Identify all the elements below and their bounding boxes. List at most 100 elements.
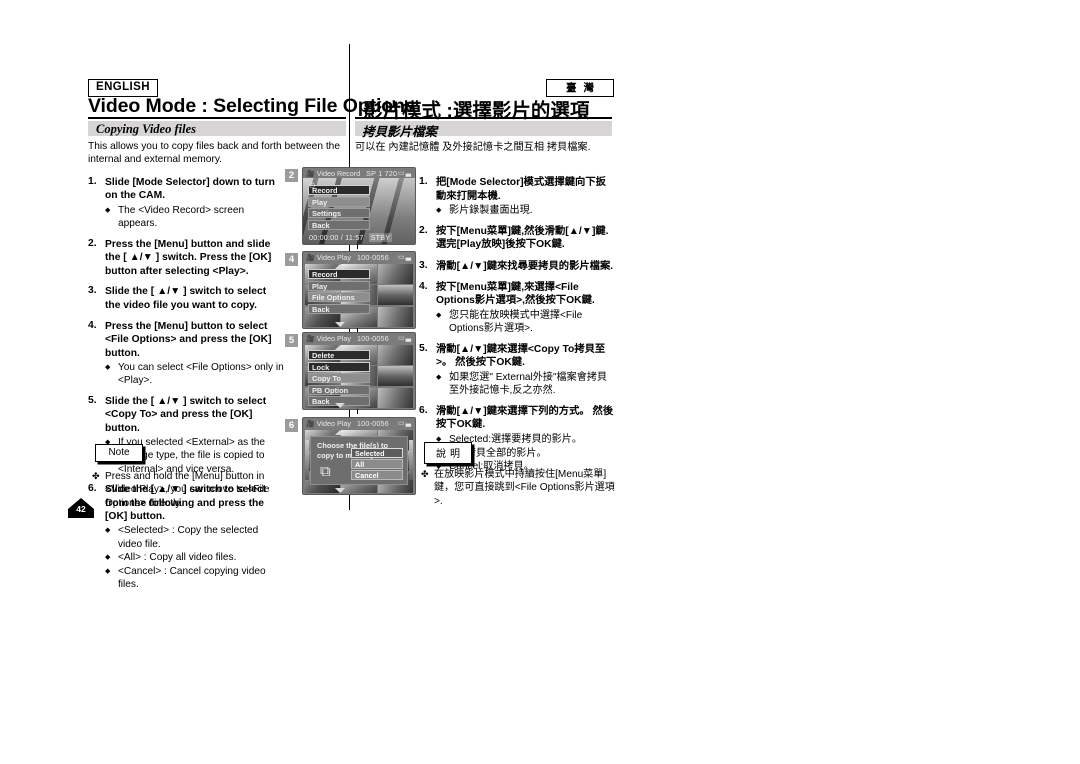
- lcd-menu: Record Play File Options Back: [308, 269, 370, 315]
- step-number: 4.: [88, 319, 97, 331]
- step-bullet-list: The <Video Record> screen appears.: [105, 204, 284, 230]
- thumbnail-strip-right: [409, 440, 413, 480]
- screenshot-connector: [357, 409, 358, 414]
- lcd-file-number: 100-0056: [356, 334, 389, 343]
- step-bullet: The <Video Record> screen appears.: [105, 204, 284, 230]
- lcd-panel: 🎥 Video Play 100-0056 ▭▃ Choose the file(s) …: [302, 417, 416, 495]
- instruction-step: 1. Slide [Mode Selector] down to turn on …: [88, 176, 284, 230]
- step-number: 3.: [88, 285, 97, 297]
- menu-item-pb-option[interactable]: PB Option: [308, 384, 370, 395]
- lcd-mode-label: Video Play: [316, 253, 351, 262]
- step-number: 1.: [88, 176, 97, 187]
- menu-item-file-options[interactable]: File Options: [308, 292, 370, 302]
- thumbnail-strip-left: [305, 440, 309, 480]
- step-number: 2.: [419, 224, 428, 236]
- title-rule-right: [355, 117, 612, 120]
- lcd-timecode: 00:00:00 / 11:57 STBY: [309, 233, 393, 242]
- instruction-list-english: 1. Slide [Mode Selector] down to turn on …: [88, 176, 284, 599]
- scroll-down-icon[interactable]: [335, 322, 345, 327]
- step-text: Press the [Menu] button to select <File …: [105, 320, 272, 359]
- standby-badge: STBY: [368, 233, 393, 242]
- camcorder-icon: 🎥: [306, 336, 315, 343]
- step-number: 5.: [88, 394, 97, 406]
- menu-item-play[interactable]: Play: [308, 196, 370, 207]
- page-number: 42: [76, 504, 86, 514]
- note-label-english: Note: [95, 444, 143, 462]
- step-text: 滑動[▲/▼]鍵來找尋要拷貝的影片檔案.: [436, 260, 614, 272]
- step-text: Press the [Menu] button and slide the [ …: [105, 238, 272, 277]
- scroll-up-icon[interactable]: [335, 264, 345, 269]
- lcd-menu: Record Play Settings Back: [308, 185, 370, 231]
- camcorder-icon: 🎥: [306, 255, 315, 262]
- screenshot-connector: [357, 244, 358, 249]
- step-text: Slide the [ ▲/▼ ] switch to select the v…: [105, 286, 267, 311]
- copy-confirmation-dialog: Choose the file(s) to copy to memory sti…: [310, 436, 408, 485]
- lcd-recording-indicators: SP 1 720: [366, 169, 398, 178]
- scroll-down-icon[interactable]: [335, 403, 345, 408]
- battery-and-memory-icon: ▭▃: [398, 335, 412, 342]
- step-bullet: 影片錄製畫面出現.: [436, 204, 615, 218]
- lcd-screenshot: 4 🎥 Video Play 100-0056 ▭▃ Record Play File Opt…: [285, 251, 417, 329]
- dialog-option-all[interactable]: All: [351, 459, 403, 469]
- note-text-chinese: 在放映影片模式中持續按住[Menu菜單]鍵，您可直接跳到<File Option…: [434, 469, 615, 507]
- menu-item-record[interactable]: Record: [308, 269, 370, 279]
- step-number: 5.: [419, 342, 428, 354]
- instruction-step: 3. 滑動[▲/▼]鍵來找尋要拷貝的影片檔案.: [419, 260, 615, 274]
- thumbnail-cell[interactable]: [378, 285, 414, 305]
- note-body-english: ✤ Press and hold the [Menu] button in <V…: [92, 470, 292, 510]
- step-number: 2.: [88, 237, 97, 249]
- dialog-option-cancel[interactable]: Cancel: [351, 470, 403, 480]
- menu-item-settings[interactable]: Settings: [308, 208, 370, 218]
- lcd-mode-label: Video Play: [316, 334, 351, 343]
- record-mode-icon: ◴: [309, 182, 316, 189]
- screenshot-step-badge: 2: [285, 169, 298, 182]
- battery-and-memory-icon: ▭▃: [398, 170, 412, 177]
- instruction-step: 3. Slide the [ ▲/▼ ] switch to select the…: [88, 285, 284, 312]
- section-heading-bar-chinese: 拷貝影片檔案: [355, 121, 612, 139]
- lcd-panel: 🎥 Video Record SP 1 720 ▭▃ Record Play Setting…: [302, 167, 416, 245]
- intro-paragraph-english: This allows you to copy files back and f…: [88, 141, 340, 166]
- thumbnail-cell[interactable]: [378, 344, 414, 365]
- step-bullet-list: 影片錄製畫面出現.: [436, 204, 615, 218]
- thumbnail-cell[interactable]: [378, 306, 414, 327]
- menu-item-back[interactable]: Back: [308, 219, 370, 230]
- lcd-screenshot: 2 🎥 Video Record SP 1 720 ▭▃ Record Play Settin…: [285, 167, 417, 245]
- step-bullet-list: 您只能在放映模式中選擇<File Options影片選項>.: [436, 309, 615, 335]
- scroll-up-icon[interactable]: [335, 430, 345, 435]
- lcd-screenshot: 6 🎥 Video Play 100-0056 ▭▃ Choose the file(s)…: [285, 417, 417, 495]
- battery-and-memory-icon: ▭▃: [398, 254, 412, 261]
- step-bullet: 您只能在放映模式中選擇<File Options影片選項>.: [436, 309, 615, 335]
- scroll-up-icon[interactable]: [335, 345, 345, 350]
- section-heading-chinese: 拷貝影片檔案: [362, 125, 438, 139]
- menu-item-copy-to[interactable]: Copy To: [308, 373, 370, 383]
- thumbnail-cell[interactable]: [378, 366, 414, 386]
- lcd-file-number: 100-0056: [356, 419, 389, 428]
- note-bullet-icon: ✤: [92, 471, 100, 481]
- instruction-step: 1. 把[Mode Selector]模式選擇鍵向下扳動來打開本機. 影片錄製畫面出…: [419, 176, 615, 218]
- thumbnail-cell[interactable]: [378, 263, 414, 284]
- step-number: 3.: [419, 259, 428, 271]
- step-text: 按下[Menu菜單]鍵,然後滑動[▲/▼]鍵. 選完[Play放映]後按下OK鍵…: [436, 225, 609, 251]
- scroll-down-icon[interactable]: [335, 488, 345, 493]
- step-text: 滑動[▲/▼]鍵來選擇<Copy To拷貝至>。 然後按下OK鍵.: [436, 343, 606, 369]
- battery-and-memory-icon: ▭▃: [398, 420, 412, 427]
- lcd-mode-label: Video Play: [316, 419, 351, 428]
- dialog-option-selected[interactable]: Selected: [351, 448, 403, 458]
- dialog-option-list: Selected All Cancel: [351, 448, 403, 481]
- step-number: 4.: [419, 280, 428, 292]
- menu-item-back[interactable]: Back: [308, 303, 370, 314]
- step-bullet-list: <Selected> : Copy the selected video fil…: [105, 524, 284, 591]
- menu-item-play[interactable]: Play: [308, 280, 370, 291]
- menu-item-lock[interactable]: Lock: [308, 361, 370, 372]
- lcd-status-bar: 🎥 Video Record SP 1 720 ▭▃: [303, 168, 415, 179]
- step-bullet-list: 如果您選" External外接"檔案會拷貝至外接記憶卡,反之亦然.: [436, 371, 615, 397]
- lcd-status-bar: 🎥 Video Play 100-0056 ▭▃: [303, 418, 415, 429]
- step-bullet: <Selected> : Copy the selected video fil…: [105, 524, 284, 550]
- thumbnail-cell[interactable]: [378, 387, 414, 408]
- lcd-mode-label: Video Record: [316, 169, 361, 178]
- instruction-step: 4. 按下[Menu菜單]鍵,來選擇<File Options影片選項>,然後按下…: [419, 281, 615, 336]
- menu-item-delete[interactable]: Delete: [308, 350, 370, 360]
- lcd-status-bar: 🎥 Video Play 100-0056 ▭▃: [303, 333, 415, 344]
- menu-item-record[interactable]: Record: [308, 185, 370, 195]
- intro-paragraph-chinese: 可以在 內建記憶體 及外接記憶卡之間互相 拷貝檔案.: [355, 142, 591, 153]
